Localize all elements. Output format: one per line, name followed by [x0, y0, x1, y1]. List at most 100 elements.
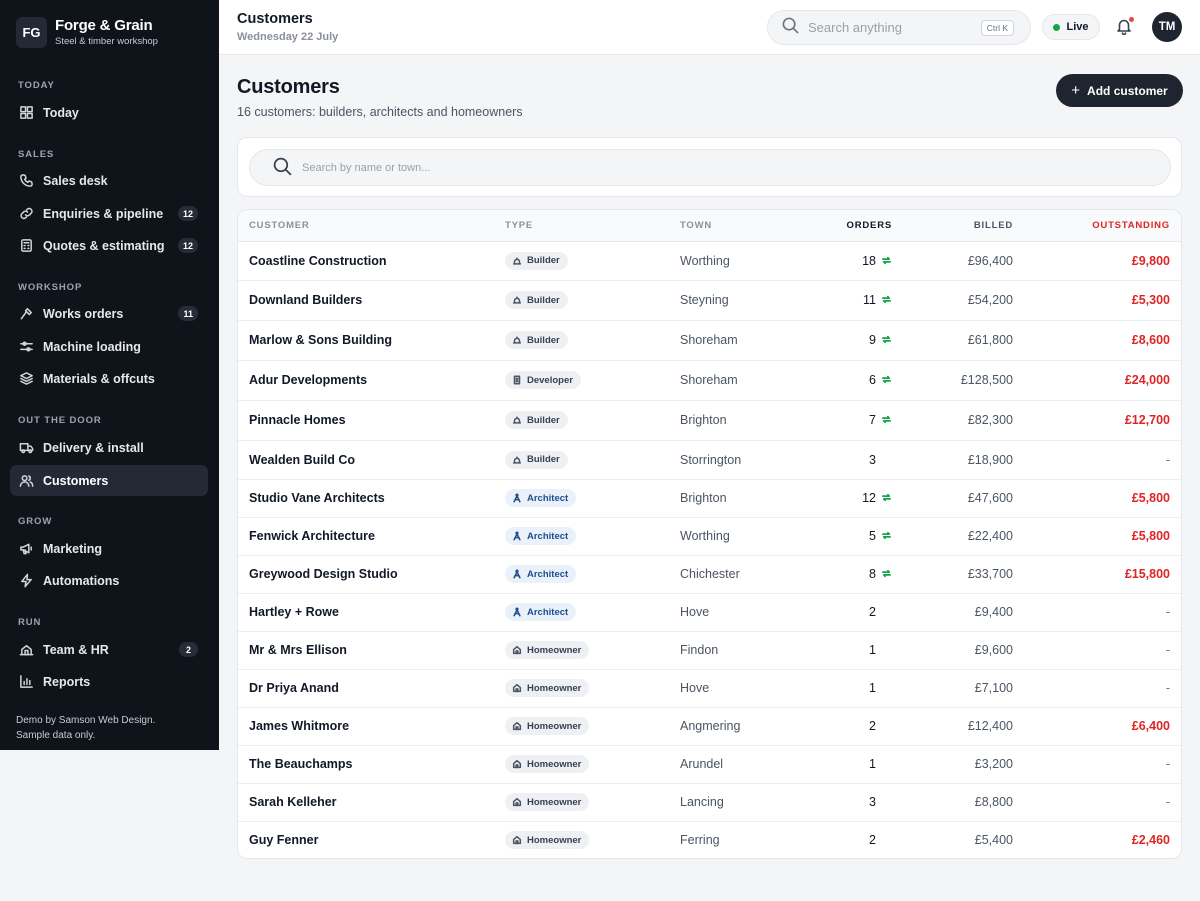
table-row[interactable]: Wealden Build Co Builder Storrington 3 £18,9… — [238, 440, 1181, 480]
sliders-icon — [19, 339, 34, 354]
sidebar-item-enquiries[interactable]: Enquiries & pipeline 12 — [10, 198, 208, 229]
type-label: Builder — [527, 334, 560, 346]
sidebar-item-label: Today — [43, 105, 79, 120]
lightning-icon — [19, 573, 34, 588]
sidebar-item-label: Materials & offcuts — [43, 371, 155, 386]
sidebar-item-marketing[interactable]: Marketing — [10, 533, 208, 564]
sidebar-item-delivery[interactable]: Delivery & install — [10, 432, 208, 463]
customer-name[interactable]: Adur Developments — [238, 360, 505, 401]
customer-name[interactable]: Mr & Mrs Ellison — [238, 631, 505, 670]
table-row[interactable]: Pinnacle Homes Builder Brighton 7 £82,300 £12… — [238, 400, 1181, 441]
nav-section-grow: GROW — [18, 516, 53, 527]
hard-hat-icon — [512, 335, 527, 345]
customer-name[interactable]: Guy Fenner — [238, 821, 505, 858]
column-header-billed[interactable]: BILLED — [892, 210, 1013, 242]
table-row[interactable]: James Whitmore Homeowner Angmering 2 £12,400… — [238, 707, 1181, 746]
notifications-button[interactable] — [1115, 17, 1135, 37]
billed-amount: £96,400 — [892, 241, 1013, 281]
page-subtitle: 16 customers: builders, architects and h… — [237, 105, 523, 119]
global-search-input[interactable]: Search anything Ctrl K — [767, 10, 1031, 45]
customer-name[interactable]: Downland Builders — [238, 280, 505, 321]
customer-name[interactable]: Fenwick Architecture — [238, 517, 505, 556]
outstanding-amount: £5,800 — [1013, 479, 1181, 518]
type-badge: Homeowner — [505, 831, 590, 850]
repeat-icon — [881, 374, 892, 385]
home-icon — [512, 645, 527, 655]
live-status-button[interactable]: Live — [1042, 14, 1100, 40]
column-header-type[interactable]: TYPE — [505, 210, 680, 242]
topbar-title: Customers — [237, 11, 313, 27]
sidebar-item-quotes[interactable]: Quotes & estimating 12 — [10, 230, 208, 261]
sidebar-item-customers[interactable]: Customers — [10, 465, 208, 496]
keyboard-shortcut: Ctrl K — [980, 20, 1014, 36]
table-row[interactable]: Sarah Kelleher Homeowner Lancing 3 £8,800- — [238, 783, 1181, 822]
hard-hat-icon — [512, 256, 527, 266]
customer-name[interactable]: Sarah Kelleher — [238, 783, 505, 822]
billed-amount: £47,600 — [892, 479, 1013, 518]
type-badge: Builder — [505, 251, 568, 270]
table-row[interactable]: Hartley + Rowe Architect Hove 2 £9,400- — [238, 593, 1181, 632]
table-row[interactable]: Coastline Construction Builder Worthing 18 £… — [238, 241, 1181, 281]
table-row[interactable]: The Beauchamps Homeowner Arundel 1 £3,200- — [238, 745, 1181, 784]
sidebar-item-automations[interactable]: Automations — [10, 565, 208, 596]
sidebar-item-sales-desk[interactable]: Sales desk — [10, 165, 208, 196]
table-row[interactable]: Guy Fenner Homeowner Ferring 2 £5,400 £2,460 — [238, 821, 1181, 858]
customer-name[interactable]: Marlow & Sons Building — [238, 320, 505, 361]
customer-town: Shoreham — [680, 360, 800, 401]
add-customer-button[interactable]: + Add customer — [1056, 74, 1183, 107]
column-header-orders[interactable]: ORDERS — [800, 210, 892, 242]
billed-amount: £5,400 — [974, 833, 1013, 848]
customer-name[interactable]: Studio Vane Architects — [238, 479, 505, 518]
bar-chart-icon — [19, 674, 34, 689]
sidebar-item-materials[interactable]: Materials & offcuts — [10, 363, 208, 394]
customer-town: Ferring — [680, 833, 720, 848]
sidebar-item-reports[interactable]: Reports — [10, 666, 208, 697]
customer-name[interactable]: Dr Priya Anand — [238, 669, 505, 708]
table-row[interactable]: Greywood Design Studio Architect Chicheste… — [238, 555, 1181, 594]
customer-name[interactable]: James Whitmore — [238, 707, 505, 746]
table-row[interactable]: Studio Vane Architects Architect Brighton 1… — [238, 479, 1181, 518]
customers-table: CUSTOMER TYPE TOWN ORDERS BILLED OUTSTAN… — [237, 209, 1182, 859]
sidebar-item-label: Reports — [43, 674, 91, 689]
bell-icon — [1115, 19, 1133, 39]
customer-name[interactable]: The Beauchamps — [238, 745, 505, 784]
customer-town: Angmering — [680, 707, 800, 746]
outstanding-amount: £2,460 — [1131, 833, 1170, 848]
table-row[interactable]: Fenwick Architecture Architect Worthing 5 £2… — [238, 517, 1181, 556]
table-row[interactable]: Marlow & Sons Building Builder Shoreham 9 £6… — [238, 320, 1181, 361]
sidebar-item-works-orders[interactable]: Works orders 11 — [10, 298, 208, 329]
sidebar-item-today[interactable]: Today — [10, 97, 208, 128]
live-label: Live — [1066, 21, 1089, 33]
column-header-town[interactable]: TOWN — [680, 210, 800, 242]
hard-hat-icon — [512, 455, 527, 465]
repeat-icon — [881, 294, 892, 305]
column-header-customer[interactable]: CUSTOMER — [238, 210, 505, 242]
type-label: Homeowner — [527, 682, 582, 694]
topbar-date: Wednesday 22 July — [237, 31, 339, 43]
table-header-row: CUSTOMER TYPE TOWN ORDERS BILLED OUTSTAN… — [238, 210, 1181, 242]
table-row[interactable]: Adur Developments Developer Shoreham 6 £128,… — [238, 360, 1181, 401]
type-label: Builder — [527, 454, 560, 465]
type-label: Architect — [527, 492, 569, 504]
sidebar-item-team-hr[interactable]: Team & HR 2 — [10, 634, 208, 665]
type-badge: Homeowner — [505, 755, 590, 773]
sidebar-item-label: Works orders — [43, 306, 124, 321]
avatar[interactable]: TM — [1152, 12, 1182, 42]
sidebar-item-machine-loading[interactable]: Machine loading — [10, 331, 208, 362]
team-icon — [19, 642, 34, 657]
customer-name[interactable]: Pinnacle Homes — [238, 400, 505, 441]
brand[interactable]: FG Forge & Grain Steel & timber workshop — [16, 17, 158, 48]
count-badge: 2 — [179, 642, 198, 657]
compass-icon — [512, 569, 527, 579]
customer-name[interactable]: Greywood Design Studio — [238, 555, 505, 594]
customer-name[interactable]: Wealden Build Co — [238, 440, 505, 480]
column-header-outstanding[interactable]: OUTSTANDING — [1013, 210, 1181, 242]
table-row[interactable]: Downland Builders Builder Steyning 11 £54,20… — [238, 280, 1181, 321]
type-badge: Builder — [505, 291, 568, 309]
table-row[interactable]: Mr & Mrs Ellison Homeowner Findon 1 £9,600- — [238, 631, 1181, 670]
type-label: Homeowner — [527, 720, 582, 732]
customer-name[interactable]: Hartley + Rowe — [238, 593, 505, 632]
table-row[interactable]: Dr Priya Anand Homeowner Hove 1 £7,100- — [238, 669, 1181, 708]
customer-search-input[interactable]: Search by name or town... — [249, 149, 1171, 186]
customer-name[interactable]: Coastline Construction — [238, 241, 505, 281]
